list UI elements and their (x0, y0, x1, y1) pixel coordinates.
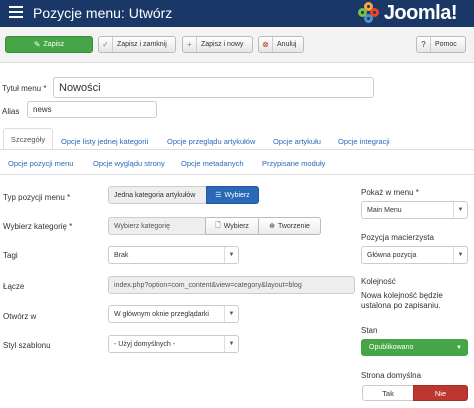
target-label: Otwórz w (3, 312, 37, 321)
joomla-logo: Joomla! (357, 1, 458, 24)
ordering-note: Nowa kolejność będzie ustalona po zapisa… (361, 291, 443, 310)
template-style-select[interactable]: - Użyj domyślnych - ▼ (108, 335, 239, 353)
save-close-button[interactable]: ✓ Zapisz i zamknij (98, 36, 176, 53)
category-field: Wybierz kategorię (108, 217, 206, 235)
edit-icon: ✎ (33, 40, 41, 49)
category-label: Wybierz kategorię * (3, 222, 73, 231)
chevron-down-icon: ▼ (224, 306, 238, 322)
tabs-divider (0, 149, 474, 150)
page-title: Pozycje menu: Utwórz (33, 5, 173, 21)
alias-input[interactable]: news (27, 101, 157, 118)
tab-metadata-options[interactable]: Opcje metadanych (181, 159, 244, 168)
tab-page-display-options[interactable]: Opcje wyglądu strony (93, 159, 165, 168)
tab-article-options[interactable]: Opcje artykułu (273, 137, 321, 146)
default-yes-button[interactable]: Tak (362, 385, 414, 401)
tab-details[interactable]: Szczegóły (3, 128, 53, 150)
status-label: Stan (361, 326, 378, 335)
plus-icon: + (183, 37, 197, 52)
tab-integration-options[interactable]: Opcje integracji (338, 137, 390, 146)
link-label: Łącze (3, 282, 25, 291)
title-label: Tytuł menu * (2, 84, 47, 93)
chevron-down-icon: ▼ (224, 336, 238, 352)
chevron-down-icon: ▼ (456, 344, 462, 351)
header-bar: Pozycje menu: Utwórz Joomla! (0, 0, 474, 27)
default-no-button[interactable]: Nie (413, 385, 468, 401)
menu-label: Pokaż w menu * (361, 188, 419, 197)
check-icon: ✓ (99, 37, 113, 52)
chevron-down-icon: ▼ (224, 247, 238, 263)
menu-title-input[interactable]: Nowości (53, 77, 374, 98)
alias-label: Alias (2, 107, 20, 116)
toolbar: ✎ Zapisz ✓ Zapisz i zamknij + Zapisz i n… (0, 27, 474, 63)
parent-item-select[interactable]: Główna pozycja ▼ (361, 246, 468, 264)
template-style-label: Styl szablonu (3, 341, 51, 350)
save-button[interactable]: ✎ Zapisz (5, 36, 93, 53)
tags-label: Tagi (3, 251, 18, 260)
select-type-button[interactable]: ☰ Wybierz (206, 186, 259, 204)
save-new-button[interactable]: + Zapisz i nowy (182, 36, 253, 53)
tab-assigned-modules[interactable]: Przypisane moduły (262, 159, 325, 168)
tab-category-list-options[interactable]: Opcje listy jednej kategorii (61, 137, 148, 146)
tags-select[interactable]: Brak ▼ (108, 246, 239, 264)
default-page-label: Strona domyślna (361, 371, 422, 380)
question-icon: ? (417, 37, 431, 52)
cancel-circle-icon: ⊗ (259, 37, 273, 52)
joomla-mark-icon (357, 2, 380, 24)
tab-menu-item-options[interactable]: Opcje pozycji menu (8, 159, 73, 168)
target-window-select[interactable]: W głównym oknie przeglądarki ▼ (108, 305, 239, 323)
select-category-button[interactable]: 🗋 Wybierz (205, 217, 259, 235)
logo-text: Joomla! (383, 1, 458, 24)
chevron-down-icon: ▼ (453, 247, 467, 263)
tabs-divider-2 (0, 174, 474, 175)
parent-label: Pozycja macierzysta (361, 233, 434, 242)
cancel-button[interactable]: ⊗ Anuluj (258, 36, 304, 53)
create-category-button[interactable]: ⊕ Tworzenie (258, 217, 321, 235)
menu-type-field: Jedna kategoria artykułów (108, 186, 207, 204)
help-button[interactable]: ? Pomoc (416, 36, 466, 53)
type-label: Typ pozycji menu * (3, 193, 71, 202)
menu-select[interactable]: Main Menu ▼ (361, 201, 468, 219)
menu-list-icon (9, 6, 23, 19)
chevron-down-icon: ▼ (453, 202, 467, 218)
list-icon: ☰ (215, 192, 222, 199)
plus-circle-icon: ⊕ (269, 223, 275, 230)
file-icon: 🗋 (215, 221, 221, 229)
link-field: index.php?option=com_content&view=catego… (108, 276, 355, 294)
tab-article-overview-options[interactable]: Opcje przeglądu artykułów (167, 137, 255, 146)
ordering-label: Kolejność (361, 277, 396, 286)
status-select[interactable]: Opublikowano ▼ (361, 339, 468, 356)
